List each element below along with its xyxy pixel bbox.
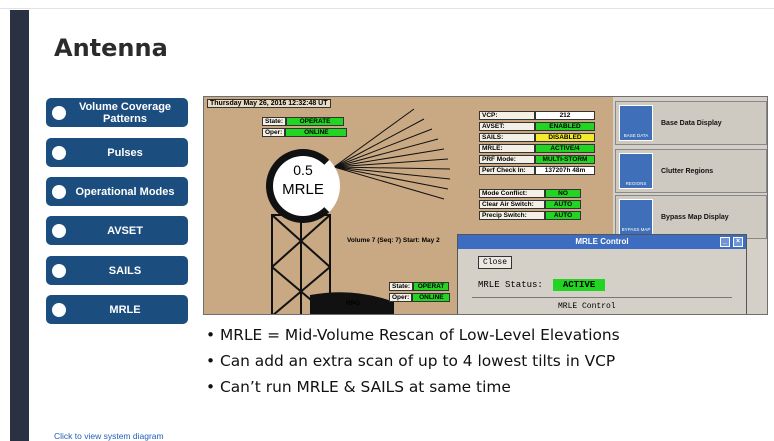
nav-button-label: AVSET [107, 224, 143, 237]
nav-button-label: Operational Modes [75, 185, 175, 198]
nav-button-pulses[interactable]: Pulses [46, 138, 188, 167]
status-key: VCP: [479, 111, 535, 120]
oper2-field: Oper: ONLINE [389, 293, 451, 302]
nav-button-sails[interactable]: SAILS [46, 256, 188, 285]
radio-indicator-icon [52, 302, 66, 317]
state-label: State: [262, 117, 287, 126]
close-icon[interactable]: × [733, 237, 743, 247]
system-diagram-link[interactable]: Click to view system diagram [54, 431, 164, 441]
mrle-status-value: ACTIVE [552, 279, 606, 291]
radio-indicator-icon [52, 223, 66, 238]
dialog-titlebar: MRLE Control _ × [458, 235, 746, 249]
switch-row-precip: Precip Switch: AUTO [479, 211, 581, 220]
status-key: PRF Mode: [479, 155, 535, 164]
bullet-item: Can add an extra scan of up to 4 lowest … [206, 348, 620, 374]
bullet-item: Can’t run MRLE & SAILS at same time [206, 374, 620, 400]
status-value: DISABLED [535, 133, 595, 142]
bypass-map-icon: BYPASS MAP [619, 199, 653, 235]
switch-value: NO [545, 189, 581, 198]
top-divider [0, 8, 774, 9]
switch-value: AUTO [545, 200, 581, 209]
nav-button-operational-modes[interactable]: Operational Modes [46, 177, 188, 206]
status-value: 212 [535, 111, 595, 120]
status-key: Perf Check In: [479, 166, 535, 175]
radio-indicator-icon [52, 263, 66, 278]
minimize-icon[interactable]: _ [720, 237, 730, 247]
oper-field: Oper: ONLINE [262, 128, 348, 137]
nav-button-label: MRLE [109, 303, 141, 316]
tilt-indicator: 0.5 MRLE [266, 149, 340, 223]
mrle-control-dialog: MRLE Control _ × Close MRLE Status: ACTI… [457, 234, 747, 314]
side-item-base-data[interactable]: BASE DATA Base Data Display [615, 101, 767, 145]
nav-button-volume-coverage-patterns[interactable]: Volume Coverage Patterns [46, 98, 188, 127]
timestamp: Thursday May 26, 2016 12:32:48 UT [207, 99, 331, 108]
side-item-label: Bypass Map Display [661, 213, 729, 221]
state2-value: OPERAT [413, 282, 450, 291]
nav-button-label: Volume Coverage Patterns [78, 100, 172, 125]
state2-field: State: OPERAT [389, 282, 450, 291]
group-box-border [472, 297, 732, 298]
switch-key: Mode Conflict: [479, 189, 545, 198]
side-item-label: Base Data Display [661, 119, 722, 127]
bullet-list: MRLE = Mid-Volume Rescan of Low-Level El… [206, 322, 620, 400]
dialog-title: MRLE Control [575, 237, 629, 246]
nav-button-mrle[interactable]: MRLE [46, 295, 188, 324]
rpg-label: RPG [346, 300, 361, 307]
mrle-status-row: MRLE Status: ACTIVE [478, 279, 606, 291]
dialog-close-button[interactable]: Close [478, 256, 513, 269]
rda-screenshot: Thursday May 26, 2016 12:32:48 UT State:… [203, 96, 768, 315]
slide-title: Antenna [54, 34, 168, 62]
status-key: MRLE: [479, 144, 535, 153]
base-data-icon: BASE DATA [619, 105, 653, 141]
status-row-mrle: MRLE: ACTIVE/4 [479, 144, 595, 153]
oper-label: Oper: [262, 128, 286, 137]
bullet-item: MRLE = Mid-Volume Rescan of Low-Level El… [206, 322, 620, 348]
state-value: OPERATE [286, 117, 345, 126]
left-accent-bar [10, 10, 29, 441]
tilt-mode: MRLE [282, 181, 324, 198]
volume-start-text: Volume 7 (Seq: 7) Start: May 2 [347, 237, 440, 244]
state-field: State: OPERATE [262, 117, 345, 126]
switch-value: AUTO [545, 211, 581, 220]
nav-button-avset[interactable]: AVSET [46, 216, 188, 245]
status-row-vcp: VCP: 212 [479, 111, 595, 120]
radio-indicator-icon [52, 145, 66, 160]
status-row-avset: AVSET: ENABLED [479, 122, 595, 131]
switch-row-clear-air: Clear Air Switch: AUTO [479, 200, 581, 209]
side-item-label: Clutter Regions [661, 167, 714, 175]
status-value: ENABLED [535, 122, 595, 131]
state2-label: State: [389, 282, 414, 291]
clutter-regions-icon: REGIONS [619, 153, 653, 189]
switch-key: Clear Air Switch: [479, 200, 545, 209]
radio-indicator-icon [52, 184, 66, 199]
status-row-perf-check: Perf Check In: 137207h 48m [479, 166, 595, 175]
oper2-value: ONLINE [412, 293, 451, 302]
status-row-sails: SAILS: DISABLED [479, 133, 595, 142]
oper2-label: Oper: [389, 293, 413, 302]
radio-indicator-icon [52, 105, 66, 120]
side-item-bypass-map[interactable]: BYPASS MAP Bypass Map Display [615, 195, 767, 239]
status-key: AVSET: [479, 122, 535, 131]
status-row-prf-mode: PRF Mode: MULTI-STORM [479, 155, 595, 164]
switch-row-mode-conflict: Mode Conflict: NO [479, 189, 581, 198]
nav-button-label: Pulses [107, 146, 143, 159]
side-item-clutter-regions[interactable]: REGIONS Clutter Regions [615, 149, 767, 193]
switch-key: Precip Switch: [479, 211, 545, 220]
tilt-angle: 0.5 [293, 162, 313, 178]
status-key: SAILS: [479, 133, 535, 142]
status-value: ACTIVE/4 [535, 144, 595, 153]
status-value: 137207h 48m [535, 166, 595, 175]
oper-value: ONLINE [285, 128, 348, 137]
mrle-status-label: MRLE Status: [478, 280, 543, 290]
status-value: MULTI-STORM [535, 155, 595, 164]
mrle-control-group-label: MRLE Control [558, 302, 616, 311]
nav-button-label: SAILS [108, 264, 142, 277]
